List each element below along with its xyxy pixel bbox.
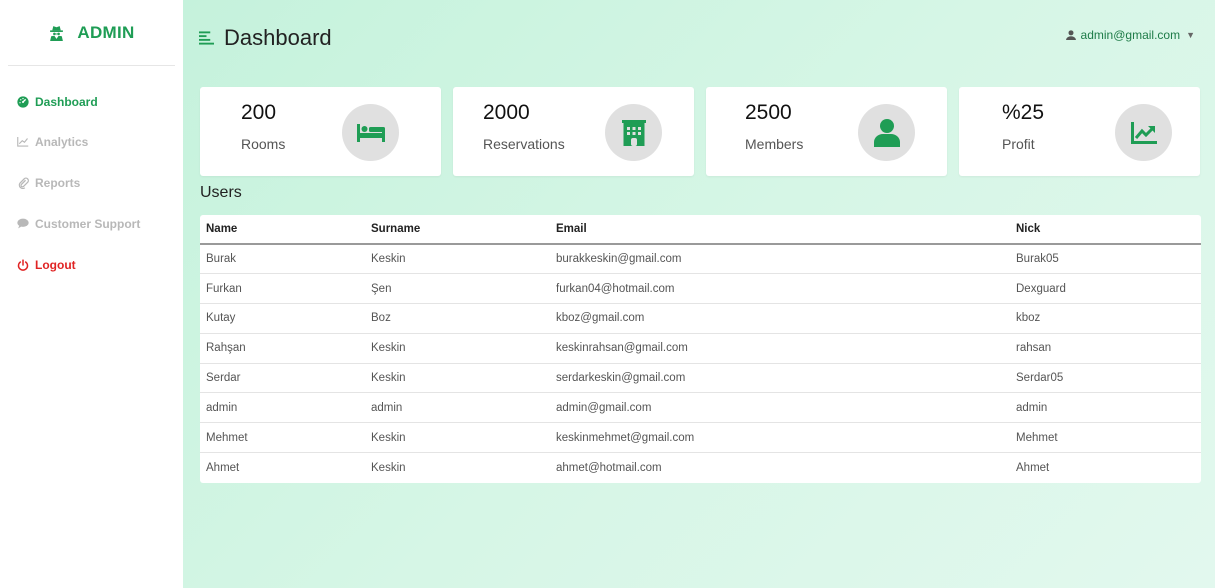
table-row: admin admin admin@gmail.com admin (200, 392, 1201, 423)
cell-name: admin (200, 392, 365, 423)
table-row: Kutay Boz kboz@gmail.com kboz (200, 303, 1201, 334)
cell-nick: Ahmet (1010, 452, 1201, 483)
paperclip-icon (16, 177, 30, 189)
user-icon (858, 104, 915, 161)
cell-email: burakkeskin@gmail.com (556, 253, 682, 266)
bed-icon (342, 104, 399, 161)
stat-card-rooms: 200 Rooms (200, 87, 441, 176)
cell-surname: Keskin (365, 452, 550, 483)
table-header-row: Name Surname Email Nick (200, 215, 1201, 245)
sidebar-item-label: Analytics (35, 134, 89, 149)
cell-nick: Serdar05 (1010, 362, 1201, 393)
cell-email: keskinmehmet@gmail.com (550, 422, 1010, 453)
cell-surname: Keskin (365, 422, 550, 453)
table-row: Furkan Şen furkan04@hotmail.com Dexguard (200, 273, 1201, 304)
sidebar-item-label: Reports (35, 175, 81, 190)
cell-name: Mehmet (200, 422, 365, 453)
sidebar-item-analytics[interactable]: Analytics (0, 118, 183, 165)
main-content: Dashboard admin@gmail.com ▼ 200 Rooms 20… (183, 0, 1215, 588)
sidebar-item-logout[interactable]: Logout (0, 241, 183, 288)
cell-surname: Keskin (371, 253, 406, 266)
sidebar-item-label: Logout (35, 257, 76, 272)
user-icon (1065, 30, 1076, 40)
align-left-icon[interactable] (199, 31, 214, 45)
users-section-title: Users (200, 184, 242, 201)
column-header-email: Email (550, 215, 1010, 245)
column-header-surname: Surname (365, 215, 550, 245)
table-row: Ahmet Keskin ahmet@hotmail.com Ahmet (200, 452, 1201, 483)
sidebar-item-reports[interactable]: Reports (0, 159, 183, 206)
cell-name: Rahşan (200, 332, 365, 364)
cell-surname: admin (365, 392, 550, 423)
column-header-nick: Nick (1010, 215, 1201, 245)
page-title-text: Dashboard (224, 25, 332, 50)
table-row: Rahşan Keskin keskinrahsan@gmail.com rah… (200, 332, 1201, 364)
cell-email: ahmet@hotmail.com (550, 452, 1010, 483)
user-email: admin@gmail.com (1080, 28, 1181, 42)
cell-email: kboz@gmail.com (550, 303, 1010, 334)
power-icon (16, 258, 30, 271)
cell-nick: kboz (1010, 303, 1201, 334)
stat-cards: 200 Rooms 2000 Reservations 2500 Members… (200, 87, 1200, 176)
cell-surname: Boz (365, 303, 550, 334)
cell-email: keskinrahsan@gmail.com (550, 332, 1010, 364)
brand-logo[interactable]: ADMIN (8, 0, 175, 66)
cell-surname: Şen (365, 273, 550, 304)
brand-label: ADMIN (77, 22, 135, 42)
sidebar-item-dashboard[interactable]: Dashboard (0, 90, 183, 114)
column-header-name: Name (200, 215, 365, 245)
stat-label: Reservations (483, 136, 565, 152)
cell-nick: Burak05 (1016, 253, 1059, 266)
table-row: Burak Keskin burakkeskin@gmail.com Burak… (200, 244, 1201, 274)
page-title: Dashboard (199, 25, 332, 51)
stat-card-members: 2500 Members (706, 87, 947, 176)
stat-value: 2000 (483, 101, 530, 124)
sidebar-item-customer-support[interactable]: Customer Support (0, 200, 183, 247)
sidebar-item-label: Dashboard (35, 95, 98, 109)
cell-nick: Mehmet (1010, 422, 1201, 453)
stat-value: 2500 (745, 101, 792, 124)
sidebar-item-label: Customer Support (35, 216, 141, 231)
tachometer-icon (16, 96, 30, 108)
stat-label: Members (745, 136, 804, 152)
cell-name: Furkan (200, 273, 365, 304)
stat-card-profit: %25 Profit (959, 87, 1200, 176)
chart-line-icon (1115, 104, 1172, 161)
cell-email: furkan04@hotmail.com (550, 273, 1010, 304)
table-row: Serdar Keskin serdarkeskin@gmail.com Ser… (200, 362, 1201, 393)
comment-icon (16, 218, 30, 229)
cell-nick: Dexguard (1010, 273, 1201, 304)
stat-label: Rooms (241, 136, 286, 152)
sidebar-menu: Dashboard Analytics Reports Customer Sup… (0, 66, 183, 288)
topbar: Dashboard admin@gmail.com ▼ (183, 0, 1215, 80)
area-chart-icon (16, 136, 30, 147)
cell-nick: rahsan (1010, 332, 1201, 364)
cell-name: Serdar (200, 362, 365, 393)
chevron-down-icon: ▼ (1186, 30, 1195, 40)
stat-card-reservations: 2000 Reservations (453, 87, 694, 176)
cell-surname: Keskin (365, 332, 550, 364)
users-table: Name Surname Email Nick Burak Keskin bur… (200, 215, 1201, 483)
sidebar: ADMIN Dashboard Analytics Reports Custom… (0, 0, 183, 588)
cell-nick: admin (1010, 392, 1201, 423)
stat-value: 200 (241, 101, 277, 124)
building-icon (605, 104, 662, 161)
user-secret-icon (48, 24, 71, 41)
stat-value: %25 (1002, 101, 1045, 124)
cell-name: Burak (206, 253, 237, 266)
stat-label: Profit (1002, 136, 1035, 152)
user-menu[interactable]: admin@gmail.com ▼ (1065, 28, 1195, 42)
cell-email: admin@gmail.com (550, 392, 1010, 423)
table-row: Mehmet Keskin keskinmehmet@gmail.com Meh… (200, 422, 1201, 453)
cell-email: serdarkeskin@gmail.com (550, 362, 1010, 393)
cell-surname: Keskin (365, 362, 550, 393)
cell-name: Kutay (200, 303, 365, 334)
cell-name: Ahmet (200, 452, 365, 483)
